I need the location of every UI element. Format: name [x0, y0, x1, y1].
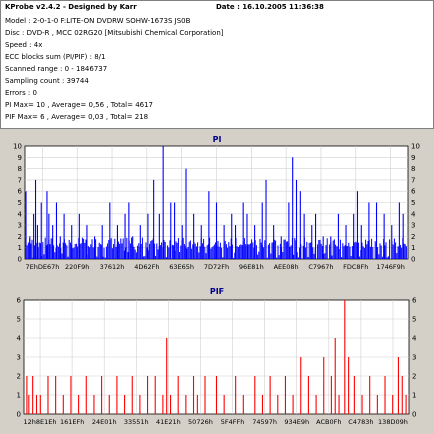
x-tick-label: 37612h — [100, 263, 125, 271]
x-tick-label: AEE08h — [274, 263, 299, 271]
y-tick-label-left: 0 — [17, 411, 21, 419]
info-sampling: Sampling count : 39744 — [5, 77, 89, 85]
y-tick-label-left: 5 — [17, 316, 21, 324]
y-tick-label-left: 2 — [17, 373, 21, 381]
y-tick-label-left: 2 — [18, 233, 22, 241]
info-speed: Speed : 4x — [5, 41, 43, 49]
y-tick-label-left: 4 — [18, 210, 23, 218]
x-tick-label: 161EFh — [60, 418, 84, 426]
y-tick-label-right: 6 — [412, 297, 417, 305]
x-tick-label: 4D62Fh — [134, 263, 159, 271]
y-tick-label-right: 7 — [411, 176, 415, 184]
y-tick-label-right: 1 — [411, 244, 415, 252]
y-tick-label-left: 3 — [18, 222, 22, 230]
info-disc: Disc : DVD-R , MCC 02RG20 [Mitsubishi Ch… — [5, 29, 224, 37]
y-tick-label-right: 3 — [411, 222, 415, 230]
x-tick-label: 63E65h — [169, 263, 194, 271]
info-model: Model : 2-0-1-0 F:LITE-ON DVDRW SOHW-167… — [5, 17, 191, 25]
y-tick-label-right: 1 — [412, 392, 416, 400]
y-tick-label-right: 2 — [411, 233, 415, 241]
y-tick-label-right: 4 — [411, 210, 416, 218]
info-pif-stats: PIF Max= 6 , Average= 0,03 , Total= 218 — [5, 113, 149, 121]
info-panel: KProbe v2.4.2 - Designed by Karr Date : … — [0, 0, 434, 129]
x-tick-label: 7D72Fh — [204, 263, 229, 271]
y-tick-label-left: 5 — [18, 199, 22, 207]
y-tick-label-left: 8 — [18, 165, 22, 173]
pif-chart: PIF 0 0 1 1 2 2 3 3 4 4 5 5 6 6 12h8E1Eh 161EFh 24E01h 335… — [0, 283, 434, 434]
y-tick-label-right: 0 — [412, 411, 416, 419]
x-tick-label: 220F9h — [65, 263, 89, 271]
y-tick-label-right: 4 — [412, 335, 417, 343]
x-tick-label: 33551h — [124, 418, 149, 426]
x-tick-label: 96E81h — [239, 263, 264, 271]
x-tick-label: 41E21h — [156, 418, 181, 426]
y-tick-label-left: 4 — [17, 335, 22, 343]
y-tick-label-left: 9 — [18, 154, 22, 162]
y-tick-label-left: 3 — [17, 354, 21, 362]
y-tick-label-left: 1 — [17, 392, 21, 400]
info-ecc: ECC blocks sum (PI/PIF) : 8/1 — [5, 53, 106, 61]
y-tick-label-right: 5 — [411, 199, 415, 207]
info-pi-stats: PI Max= 10 , Average= 0,56 , Total= 4617 — [5, 101, 154, 109]
y-tick-label-left: 1 — [18, 244, 22, 252]
info-range: Scanned range : 0 - 1846737 — [5, 65, 108, 73]
chart-title: PIF — [210, 287, 224, 296]
y-tick-label-left: 7 — [18, 176, 22, 184]
y-tick-label-left: 0 — [18, 256, 22, 264]
x-tick-label: ACB0Fh — [316, 418, 341, 426]
x-tick-label: 24E01h — [92, 418, 117, 426]
x-tick-label: 5F4FFh — [221, 418, 245, 426]
x-tick-label: 50726h — [188, 418, 213, 426]
y-tick-label-right: 2 — [412, 373, 416, 381]
y-tick-label-right: 10 — [411, 143, 420, 151]
y-tick-label-left: 6 — [18, 188, 23, 196]
x-tick-label: C4783h — [348, 418, 373, 426]
x-tick-label: FDC8Fh — [343, 263, 368, 271]
x-tick-label: 7EhDE67h — [25, 263, 59, 271]
scan-date: Date : 16.10.2005 11:36:38 — [216, 3, 324, 11]
app-title: KProbe v2.4.2 - Designed by Karr — [5, 3, 137, 11]
y-tick-label-right: 0 — [411, 256, 415, 264]
info-errors: Errors : 0 — [5, 89, 37, 97]
x-tick-label: C7967h — [308, 263, 333, 271]
x-tick-label: 74597h — [252, 418, 277, 426]
y-tick-label-right: 8 — [411, 165, 415, 173]
x-tick-label: 934E9h — [284, 418, 309, 426]
y-tick-label-left: 10 — [13, 143, 22, 151]
y-tick-label-right: 6 — [411, 188, 416, 196]
x-tick-label: 1746F9h — [376, 263, 405, 271]
y-tick-label-left: 6 — [17, 297, 22, 305]
y-tick-label-right: 9 — [411, 154, 415, 162]
pi-chart: PI 0 0 1 1 2 2 3 3 4 4 5 5 6 6 7 7 8 8 9 9 10 10 7EhDE67h 220F9h… — [0, 131, 434, 281]
x-tick-label: 138D09h — [378, 418, 408, 426]
y-tick-label-right: 5 — [412, 316, 416, 324]
chart-title: PI — [213, 135, 222, 144]
y-tick-label-right: 3 — [412, 354, 416, 362]
x-tick-label: 12h8E1Eh — [24, 418, 57, 426]
